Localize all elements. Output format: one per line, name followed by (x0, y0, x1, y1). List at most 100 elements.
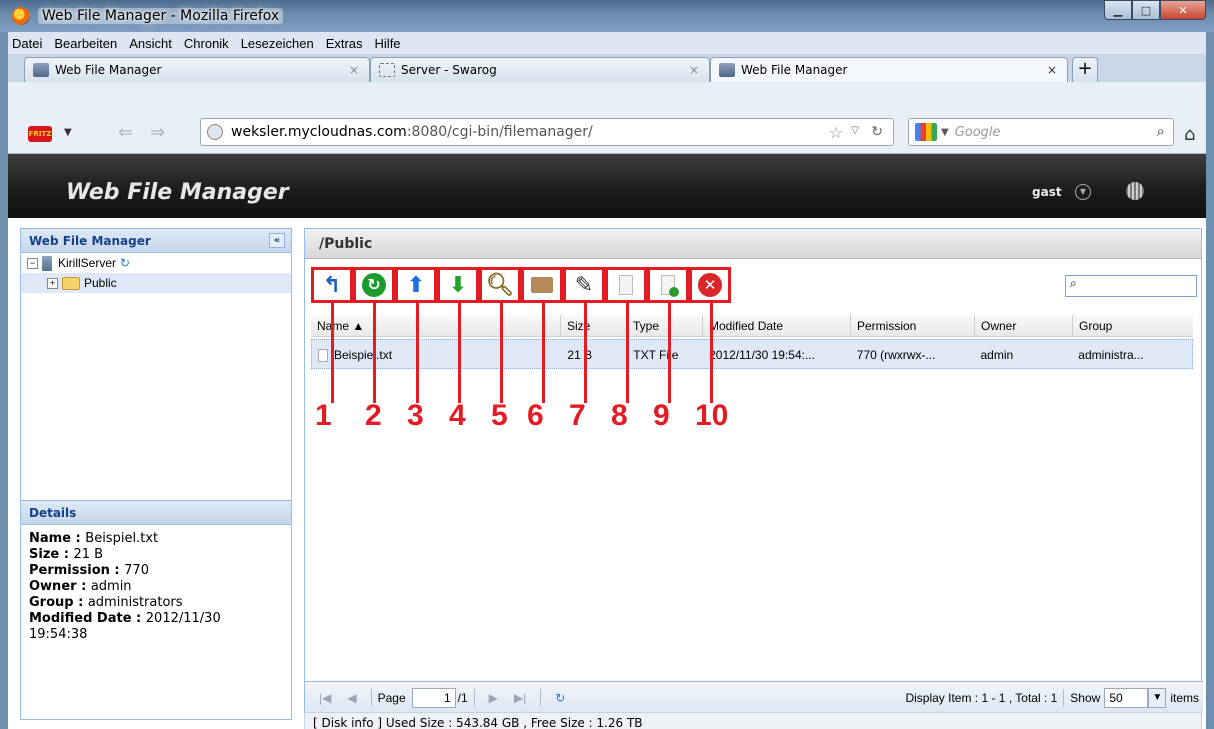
expand-node-icon[interactable]: + (47, 277, 58, 289)
navigation-bar: FRITZ ▼ ⇐ ⇒ weksler.mycloudnas.com:8080/… (8, 82, 1206, 154)
callout-number-5: 5 (491, 399, 508, 432)
bookmark-star-icon[interactable]: ☆ (829, 123, 843, 142)
prev-page-icon[interactable]: ◀ (347, 691, 356, 705)
menu-extras[interactable]: Extras (326, 36, 363, 51)
url-dropdown-icon[interactable]: ▽ (851, 125, 859, 136)
tab-server-swarog[interactable]: Server - Swarog × (370, 57, 710, 82)
column-group[interactable]: Group (1073, 315, 1193, 336)
callout-number-8: 8 (611, 399, 628, 432)
column-permission[interactable]: Permission (851, 315, 975, 336)
new-tab-button[interactable]: + (1072, 57, 1098, 82)
details-header: Details (21, 501, 291, 525)
menu-lesezeichen[interactable]: Lesezeichen (241, 36, 314, 51)
tab-web-file-manager-2[interactable]: Web File Manager × (710, 57, 1068, 82)
callout-line (710, 303, 713, 403)
current-path: /Public (305, 229, 1201, 259)
callout-line (416, 303, 419, 403)
items-per-page-select[interactable]: 50 (1104, 687, 1149, 708)
close-button[interactable]: ✕ (1160, 0, 1206, 20)
column-size[interactable]: Size (561, 315, 627, 336)
google-icon[interactable] (915, 123, 937, 141)
download-button[interactable]: ⬇ (437, 267, 479, 303)
callout-line (458, 303, 461, 403)
callout-number-1: 1 (315, 399, 332, 432)
callout-number-3: 3 (407, 399, 424, 432)
pen-icon: ✎ (574, 272, 594, 298)
upload-button[interactable]: ⬆ (395, 267, 437, 303)
new-folder-icon (531, 277, 553, 293)
callout-line (331, 303, 334, 403)
tab-web-file-manager-1[interactable]: Web File Manager × (24, 57, 370, 82)
collapse-panel-button[interactable]: « (269, 233, 285, 248)
next-page-icon[interactable]: ▶ (489, 691, 498, 705)
tab-close-icon[interactable]: × (689, 63, 699, 77)
table-row[interactable]: Beispiel.txt 21 B TXT File 2012/11/30 19… (311, 339, 1193, 369)
magnifier-icon: 🔍︎ (486, 272, 514, 298)
delete-button[interactable]: ✕ (689, 267, 731, 303)
cell-owner: admin (980, 348, 1014, 362)
search-placeholder: Google (954, 124, 1001, 140)
rename-button[interactable]: ✎ (563, 267, 605, 303)
detail-name: Name : Beispiel.txt (29, 531, 159, 546)
detail-group: Group : administrators (29, 595, 183, 610)
menu-bearbeiten[interactable]: Bearbeiten (54, 36, 117, 51)
details-body: Name : Beispiel.txt Size : 21 B Permissi… (21, 525, 291, 649)
home-icon[interactable]: ⌂ (1184, 124, 1195, 145)
user-name[interactable]: gast (1032, 185, 1062, 199)
file-search-input[interactable]: ⌕ (1065, 275, 1197, 297)
refresh-icon[interactable]: ↻ (555, 691, 565, 705)
menu-hilfe[interactable]: Hilfe (375, 36, 401, 51)
up-arrow-icon: ⬆ (406, 272, 426, 298)
forward-button[interactable]: ⇒ (150, 122, 165, 143)
tree-folder-label: Public (84, 276, 117, 290)
menu-datei[interactable]: Datei (12, 36, 42, 51)
refresh-icon[interactable]: ↻ (120, 256, 130, 270)
maximize-button[interactable]: □ (1132, 0, 1160, 20)
chevron-down-icon[interactable]: ▼ (64, 127, 72, 138)
chevron-down-icon[interactable]: ▼ (941, 127, 949, 138)
callout-number-4: 4 (449, 399, 466, 432)
url-bar[interactable]: weksler.mycloudnas.com:8080/cgi-bin/file… (200, 118, 894, 146)
chevron-down-icon[interactable]: ▼ (1148, 687, 1167, 708)
column-type[interactable]: Type (627, 315, 703, 336)
menu-ansicht[interactable]: Ansicht (129, 36, 172, 51)
detail-size: Size : 21 B (29, 547, 104, 562)
search-icon[interactable]: ⌕ (1157, 122, 1165, 140)
column-modified-date[interactable]: Modified Date (703, 315, 851, 336)
first-page-icon[interactable]: |◀ (319, 691, 331, 705)
back-arrow-button[interactable]: ↰ (311, 267, 353, 303)
tab-label: Server - Swarog (401, 63, 497, 77)
move-button[interactable] (647, 267, 689, 303)
tree-panel-title: Web File Manager (29, 234, 151, 248)
minimize-button[interactable]: ▁ (1104, 0, 1132, 20)
tree-node-server[interactable]: − KirillServer ↻ (21, 253, 291, 273)
column-name[interactable]: Name ▲ (311, 315, 561, 336)
page-number-input[interactable]: 1 (411, 687, 456, 708)
callout-number-9: 9 (653, 399, 670, 432)
server-icon (42, 255, 52, 271)
column-owner[interactable]: Owner (975, 315, 1073, 336)
search-icon: ⌕ (1070, 276, 1077, 290)
copy-button[interactable] (605, 267, 647, 303)
cell-size: 21 B (567, 348, 593, 362)
new-folder-button[interactable] (521, 267, 563, 303)
refresh-button[interactable]: ↻ (353, 267, 395, 303)
collapse-node-icon[interactable]: − (27, 257, 38, 269)
tree-node-public[interactable]: + Public (21, 273, 291, 293)
search-bar[interactable]: ▼ Google ⌕ (908, 118, 1174, 146)
menu-chronik[interactable]: Chronik (184, 36, 229, 51)
search-button[interactable]: 🔍︎ (479, 267, 521, 303)
fritz-addon-icon[interactable]: FRITZ (28, 126, 52, 142)
tab-label: Web File Manager (741, 63, 848, 77)
tab-close-icon[interactable]: × (1047, 63, 1057, 77)
tab-close-icon[interactable]: × (349, 63, 359, 77)
window-titlebar: Web File Manager - Mozilla Firefox ▁ □ ✕ (0, 0, 1214, 32)
language-globe-icon[interactable] (1126, 182, 1144, 200)
separator (1063, 688, 1065, 707)
delete-icon: ✕ (698, 273, 722, 297)
user-menu-icon[interactable]: ▼ (1075, 184, 1091, 200)
reload-icon[interactable]: ↻ (871, 124, 883, 140)
back-button[interactable]: ⇐ (118, 122, 133, 143)
last-page-icon[interactable]: ▶| (514, 691, 526, 705)
callout-line (668, 303, 671, 403)
